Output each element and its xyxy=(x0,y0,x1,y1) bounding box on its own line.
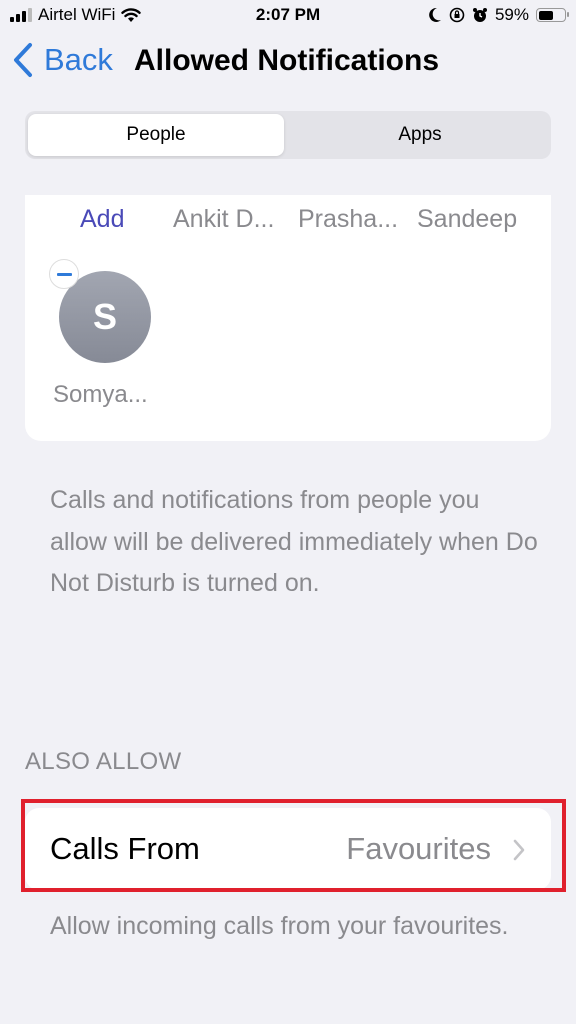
person-item[interactable]: Sandeep xyxy=(417,205,517,234)
chevron-left-icon xyxy=(14,43,32,77)
tab-people[interactable]: People xyxy=(28,114,284,156)
section-header-also-allow: ALSO ALLOW xyxy=(25,748,182,775)
status-bar: Airtel WiFi 2:07 PM 59% xyxy=(0,0,576,32)
orientation-lock-icon xyxy=(449,7,465,23)
calls-from-footnote: Allow incoming calls from your favourite… xyxy=(50,912,509,940)
calls-from-row[interactable]: Calls From Favourites xyxy=(25,808,551,890)
tab-apps[interactable]: Apps xyxy=(292,114,548,156)
people-footnote: Calls and notifications from people you … xyxy=(50,486,538,597)
moon-icon xyxy=(429,7,441,22)
minus-icon xyxy=(56,272,72,276)
navigation-bar: Back Allowed Notifications xyxy=(0,40,576,86)
person-item[interactable]: Ankit D... xyxy=(173,205,274,234)
people-list-row: Add Ankit D... Prasha... Sandeep xyxy=(25,205,551,245)
calls-from-value: Favourites xyxy=(346,831,491,866)
chevron-right-icon xyxy=(513,839,525,861)
back-label: Back xyxy=(44,42,113,77)
person-item[interactable]: Prasha... xyxy=(298,205,398,234)
calls-from-label: Calls From xyxy=(50,831,200,866)
alarm-icon xyxy=(472,8,487,22)
allowed-people-card: Add Ankit D... Prasha... Sandeep S Somya… xyxy=(25,195,551,441)
add-person-button[interactable]: Add xyxy=(80,205,124,234)
remove-contact-button[interactable] xyxy=(49,259,79,289)
battery-percent: 59% xyxy=(494,5,529,24)
battery-icon xyxy=(536,8,569,22)
page-title: Allowed Notifications xyxy=(134,44,440,77)
back-button[interactable]: Back xyxy=(12,42,113,78)
contact-name: Somya... xyxy=(53,381,148,408)
segmented-control: People Apps xyxy=(25,111,551,159)
